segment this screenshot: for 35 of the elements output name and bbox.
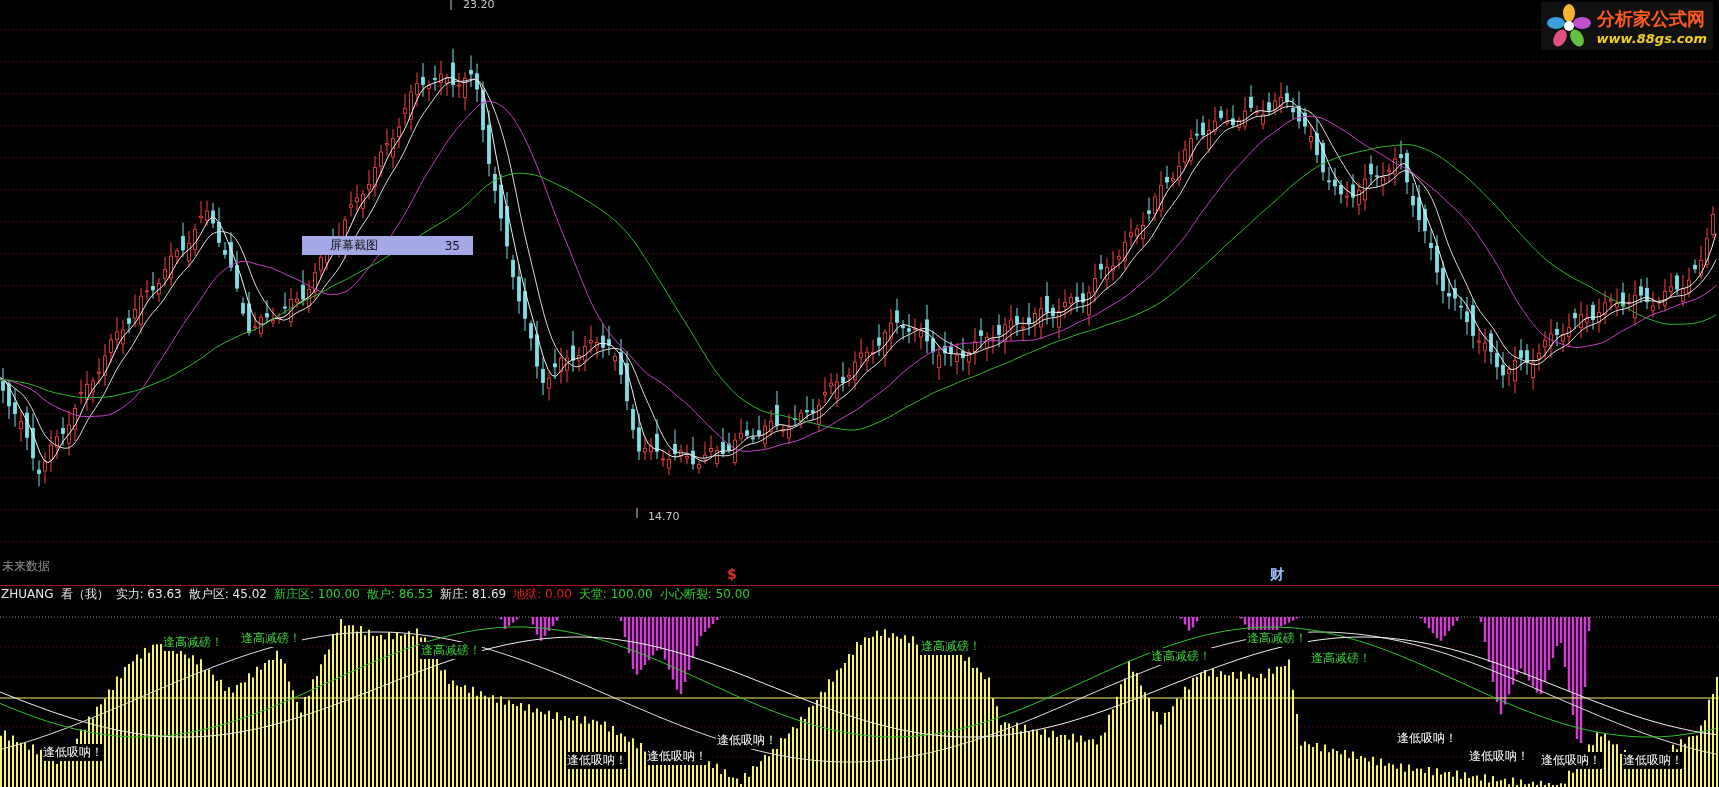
event-marker: 财 xyxy=(1270,566,1284,584)
signal-label: 逢高减磅！ xyxy=(1150,648,1212,665)
logo-url: www.88gs.com xyxy=(1596,30,1707,46)
indicator-reading: 散户: 86.53 xyxy=(366,585,434,603)
high-price-label: 23.20 xyxy=(463,0,495,11)
indicator-name: ZHUANG xyxy=(1,587,54,601)
indicator-reading: 小心断裂: 50.00 xyxy=(659,585,750,603)
signal-label: 逢高减磅！ xyxy=(162,634,224,651)
signal-label: 逢高减磅！ xyxy=(920,638,982,655)
flower-icon xyxy=(1546,4,1591,48)
signal-label: 逢低吸呐！ xyxy=(42,744,104,761)
signal-label: 逢低吸呐！ xyxy=(566,752,628,769)
signal-label: 逢低吸呐！ xyxy=(1468,748,1530,765)
indicator-mode: 看（我） xyxy=(60,585,109,603)
tooltip-value: 35 xyxy=(444,238,460,253)
signal-label: 逢高减磅！ xyxy=(240,630,302,647)
high-marker-line xyxy=(450,0,452,11)
indicator-reading: 地狱: 0.00 xyxy=(513,585,572,603)
signal-label: 逢低吸呐！ xyxy=(1622,752,1684,769)
event-marker: $ xyxy=(727,566,737,582)
future-data-label: 未来数据 xyxy=(2,558,50,575)
logo-name: 分析家公式网 xyxy=(1596,6,1706,31)
signal-label: 逢低吸呐！ xyxy=(1540,752,1602,769)
low-price-label: 14.70 xyxy=(648,510,680,523)
signal-label: 逢低吸呐！ xyxy=(646,748,708,765)
low-marker-line xyxy=(636,507,638,519)
signal-label: 逢低吸呐！ xyxy=(716,732,778,749)
indicator-reading: 天堂: 100.00 xyxy=(578,585,653,603)
indicator-reading: 新庄区: 100.00 xyxy=(273,585,360,603)
indicator-reading: 散户区: 45.02 xyxy=(188,585,267,603)
signal-label: 逢高减磅！ xyxy=(420,642,482,659)
indicator-reading: 实力: 63.63 xyxy=(115,585,182,603)
signal-label: 逢高减磅！ xyxy=(1246,630,1308,647)
indicator-reading: 新庄: 81.69 xyxy=(440,585,507,603)
tooltip-label: 屏幕截图 xyxy=(330,237,378,254)
